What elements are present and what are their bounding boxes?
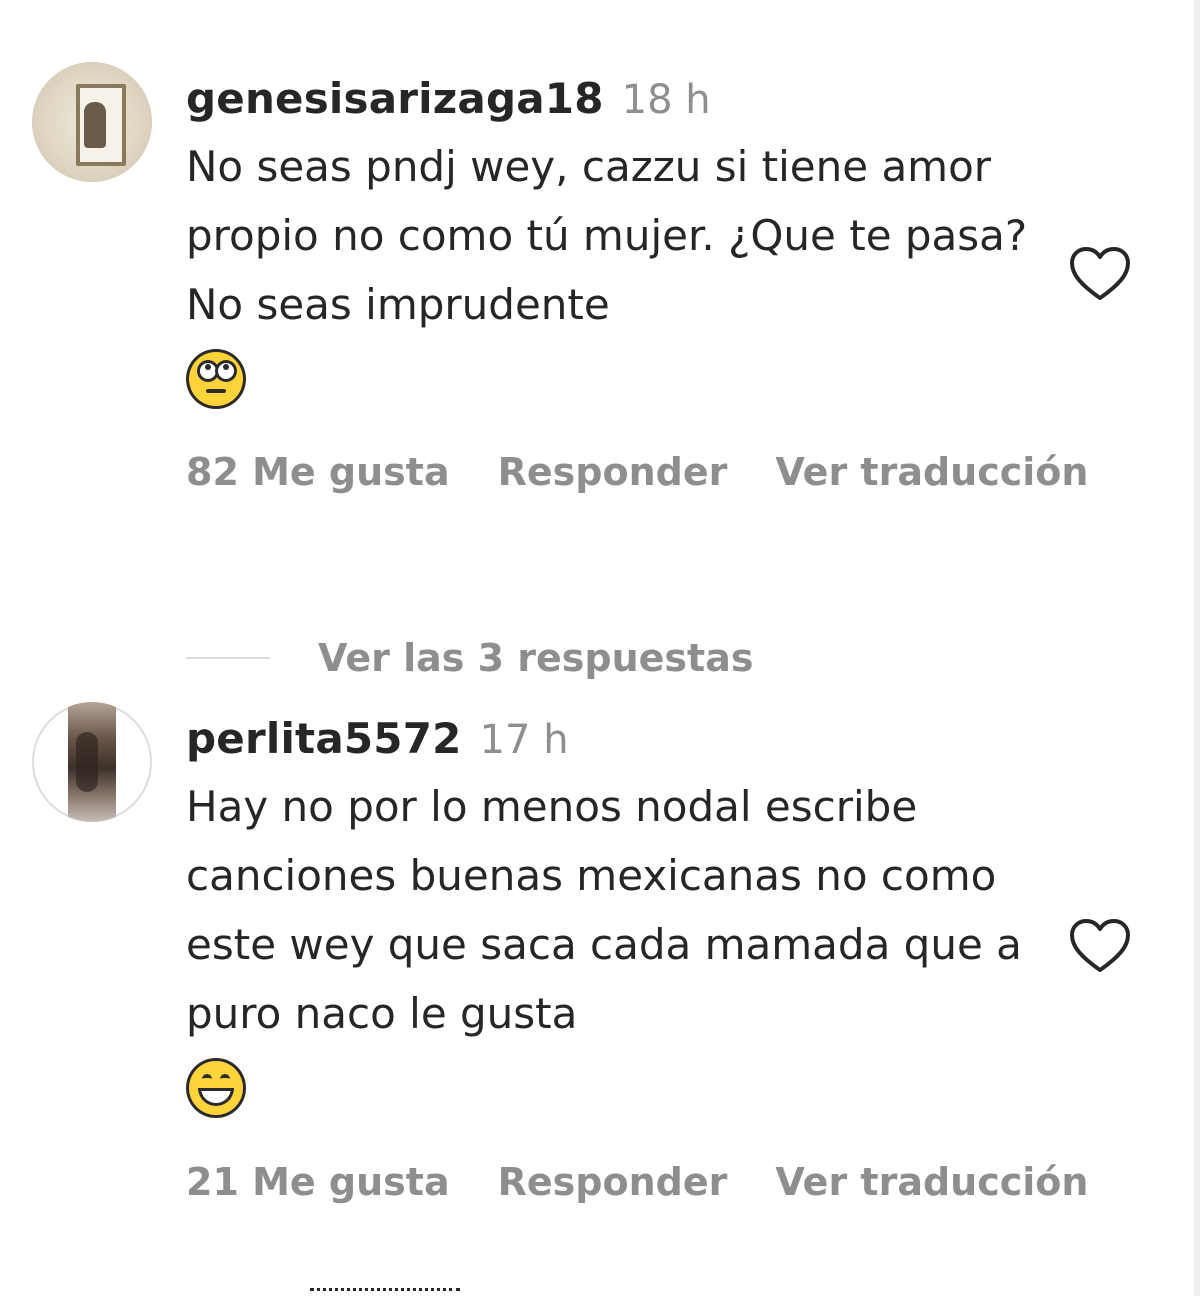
comment-body: perlita5572 17 h Hay no por lo menos nod… bbox=[186, 700, 1066, 1118]
comment-body: genesisarizaga18 18 h No seas pndj wey, … bbox=[186, 60, 1066, 409]
see-translation-button[interactable]: Ver traducción bbox=[775, 1160, 1088, 1204]
face-with-rolling-eyes-icon bbox=[186, 348, 246, 409]
view-replies-button[interactable]: Ver las 3 respuestas bbox=[186, 636, 753, 680]
next-comment-peek bbox=[310, 1282, 480, 1302]
view-replies-label: Ver las 3 respuestas bbox=[318, 636, 754, 680]
comment-header: genesisarizaga18 18 h bbox=[186, 60, 1066, 132]
heart-outline-icon[interactable] bbox=[1068, 918, 1132, 974]
comment-text: Hay no por lo menos nodal escribe cancio… bbox=[186, 772, 1066, 1118]
scrollbar-track[interactable] bbox=[1194, 0, 1200, 1296]
comment-text: No seas pndj wey, cazzu si tiene amor pr… bbox=[186, 132, 1066, 409]
username-link[interactable]: genesisarizaga18 bbox=[186, 74, 604, 123]
likes-count-button[interactable]: 82 Me gusta bbox=[186, 450, 450, 494]
comment-text-content: Hay no por lo menos nodal escribe cancio… bbox=[186, 782, 1022, 1038]
avatar-photo-figure bbox=[84, 102, 106, 148]
avatar-photo-figure bbox=[76, 732, 98, 792]
avatar[interactable] bbox=[32, 702, 152, 822]
likes-count-button[interactable]: 21 Me gusta bbox=[186, 1160, 450, 1204]
replies-divider-line bbox=[186, 657, 270, 659]
username-link[interactable]: perlita5572 bbox=[186, 714, 462, 763]
heart-outline-icon[interactable] bbox=[1068, 246, 1132, 302]
reply-button[interactable]: Responder bbox=[498, 1160, 728, 1204]
comment-actions: 82 Me gusta Responder Ver traducción bbox=[186, 450, 1088, 494]
next-comment-cutoff bbox=[310, 1288, 460, 1299]
comment-timestamp[interactable]: 18 h bbox=[622, 77, 711, 123]
comment-header: perlita5572 17 h bbox=[186, 700, 1066, 772]
avatar[interactable] bbox=[32, 62, 152, 182]
reply-button[interactable]: Responder bbox=[498, 450, 728, 494]
comment-timestamp[interactable]: 17 h bbox=[480, 717, 569, 763]
see-translation-button[interactable]: Ver traducción bbox=[775, 450, 1088, 494]
comment-actions: 21 Me gusta Responder Ver traducción bbox=[186, 1160, 1088, 1204]
grinning-face-with-smiling-eyes-icon bbox=[186, 1057, 246, 1118]
comment-text-content: No seas pndj wey, cazzu si tiene amor pr… bbox=[186, 142, 1028, 329]
